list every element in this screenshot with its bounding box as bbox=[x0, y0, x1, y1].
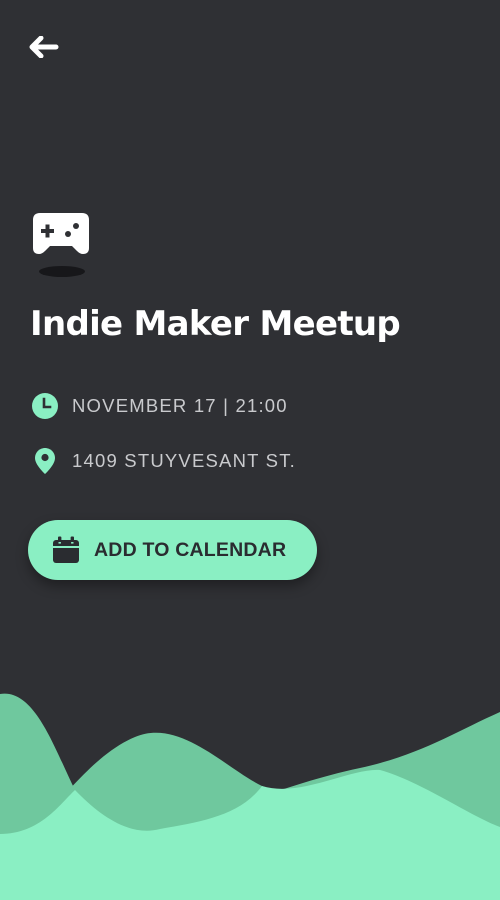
gamepad-icon bbox=[33, 213, 89, 254]
decorative-waves bbox=[0, 693, 500, 900]
arrow-left-icon bbox=[29, 36, 59, 58]
event-datetime-row: NOVEMBER 17 | 21:00 bbox=[30, 391, 288, 421]
gamepad-icon-shadow bbox=[39, 266, 85, 277]
add-to-calendar-button[interactable]: ADD TO CALENDAR bbox=[28, 520, 317, 580]
map-pin-icon bbox=[30, 446, 60, 476]
add-to-calendar-label: ADD TO CALENDAR bbox=[94, 538, 287, 561]
event-detail-screen: Indie Maker Meetup NOVEMBER 17 | 21:00 1… bbox=[0, 0, 500, 900]
event-datetime: NOVEMBER 17 | 21:00 bbox=[72, 395, 288, 416]
back-button[interactable] bbox=[24, 30, 64, 64]
calendar-icon bbox=[52, 536, 80, 564]
event-location-row: 1409 STUYVESANT ST. bbox=[30, 446, 296, 476]
event-location: 1409 STUYVESANT ST. bbox=[72, 450, 296, 471]
event-title: Indie Maker Meetup bbox=[30, 304, 401, 344]
clock-icon bbox=[30, 391, 60, 421]
